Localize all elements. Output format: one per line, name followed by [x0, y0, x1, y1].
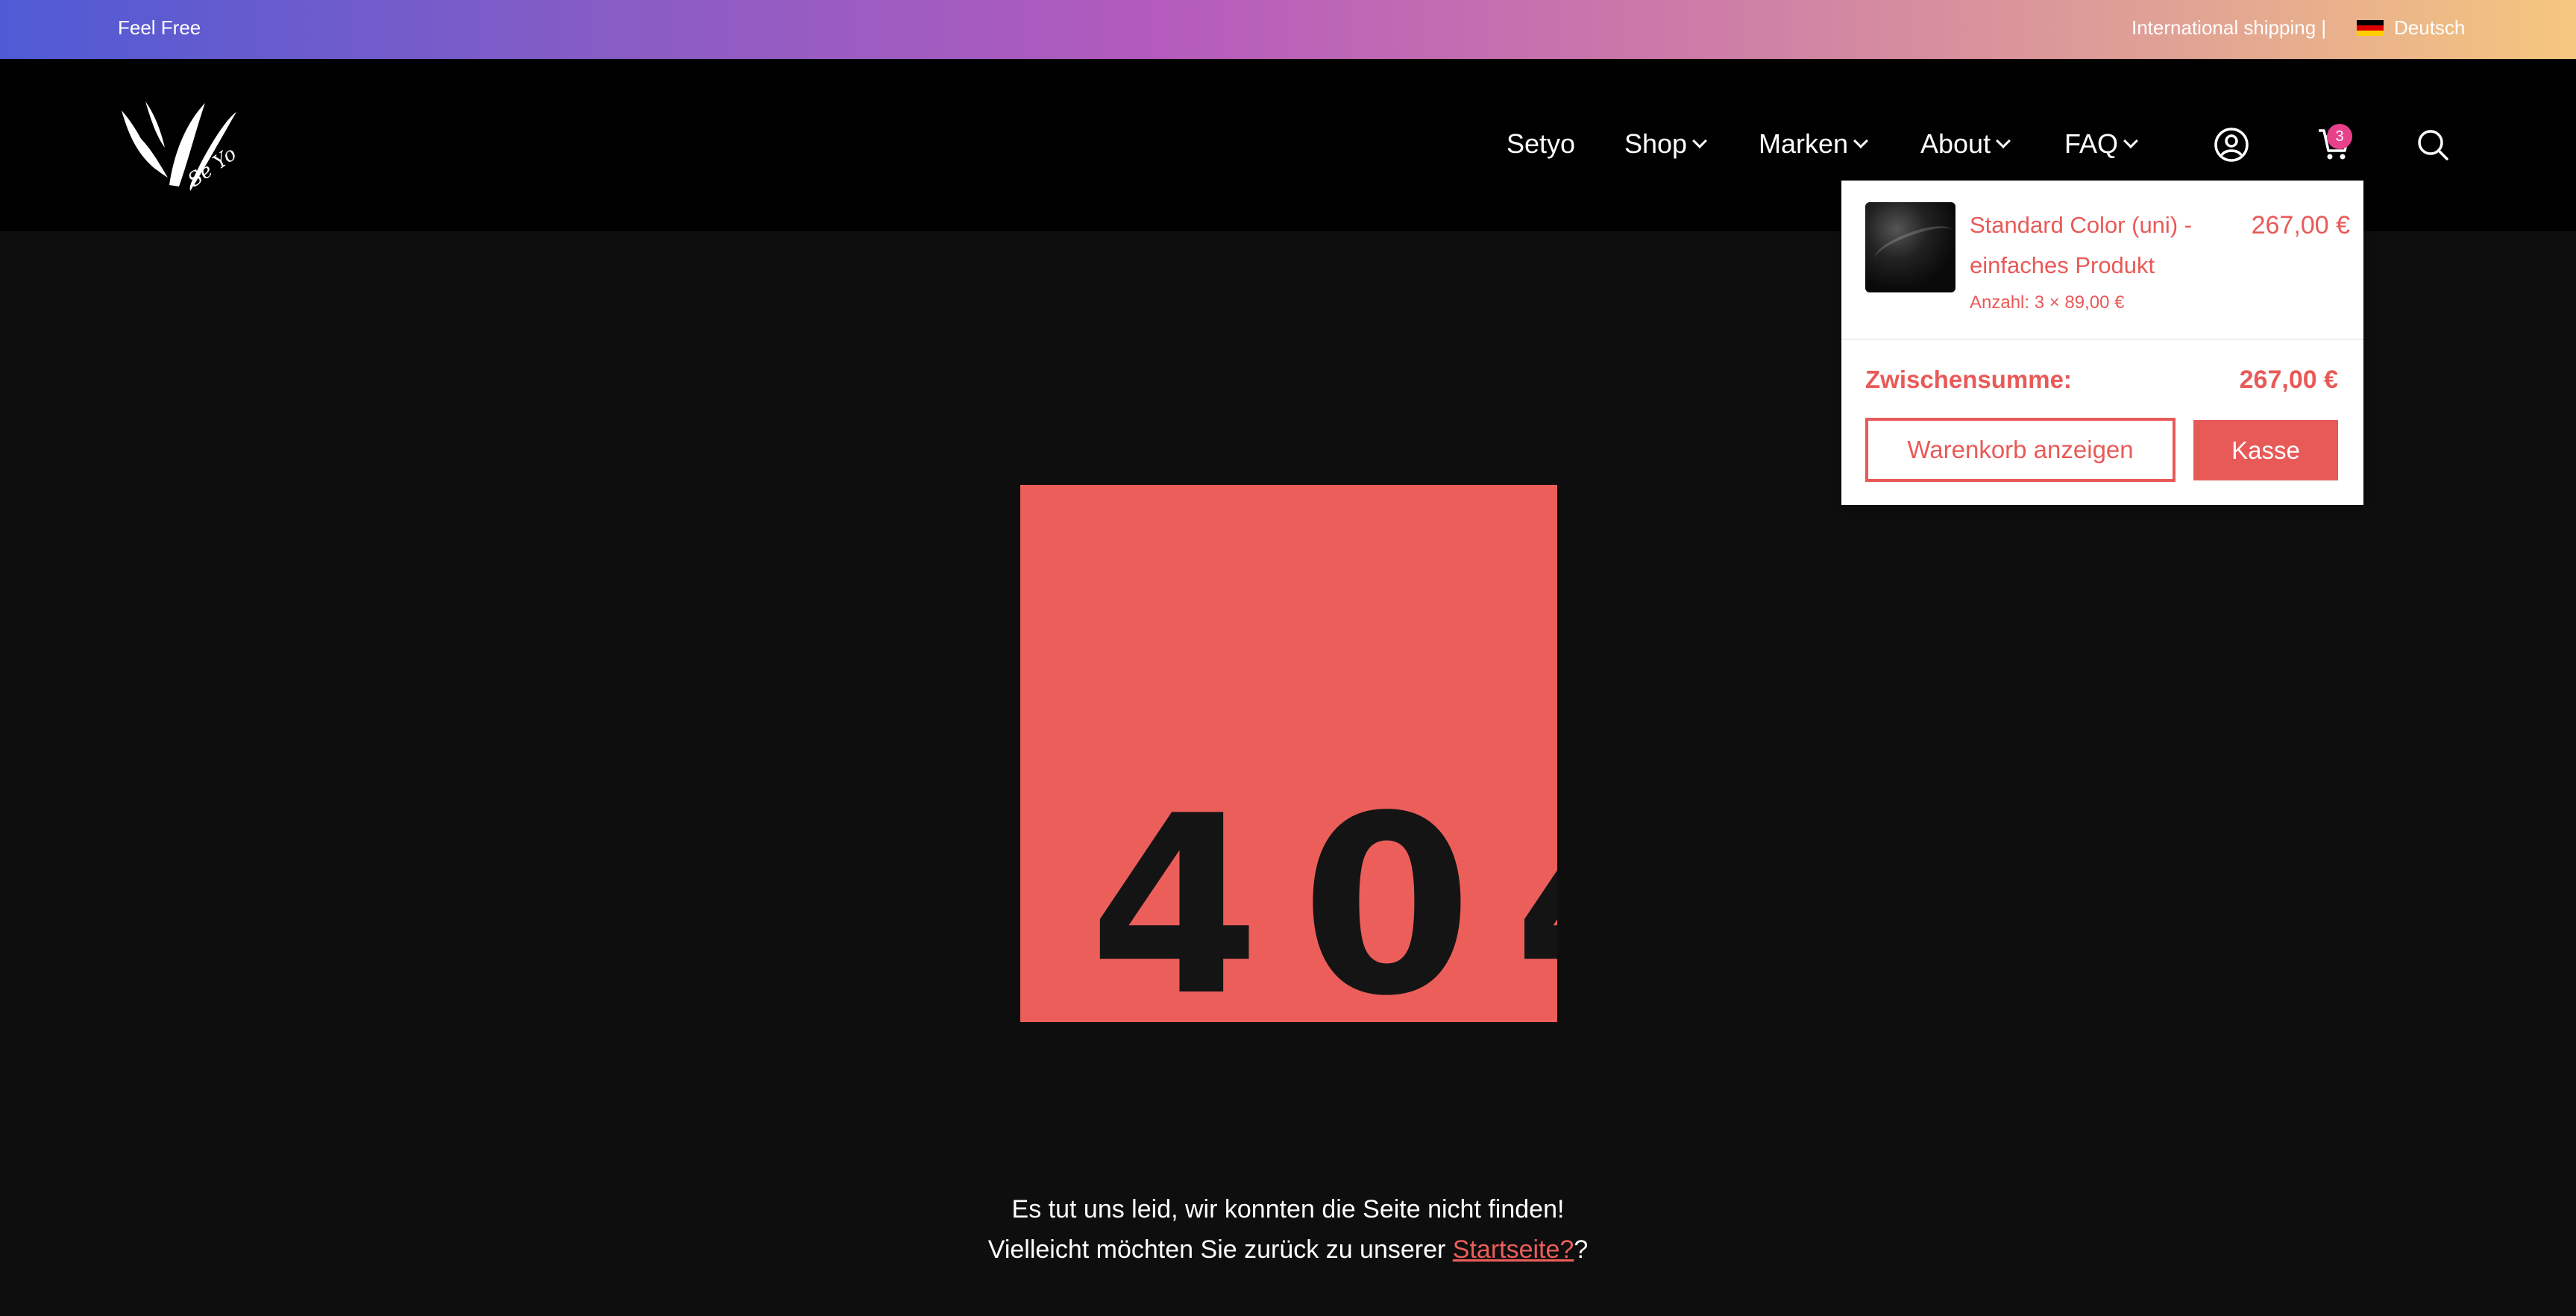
suggestion-suffix: ? [1574, 1235, 1589, 1264]
chevron-down-icon [1996, 134, 2011, 148]
cart-item-price: 267,00 € [2251, 211, 2350, 239]
product-thumbnail[interactable] [1865, 202, 1955, 292]
user-icon[interactable] [2214, 127, 2249, 163]
cart-item-name[interactable]: Standard Color (uni) - einfaches Produkt [1970, 205, 2223, 286]
chevron-down-icon [1853, 134, 1868, 148]
subtotal-value: 267,00 € [2239, 366, 2338, 394]
site-logo[interactable]: Se Yo [116, 95, 239, 196]
tagline: Feel Free [118, 16, 201, 39]
shipping-link[interactable]: International shipping | [2132, 16, 2326, 40]
nav-label: Marken [1759, 128, 1849, 159]
language-label: Deutsch [2394, 16, 2466, 39]
chevron-down-icon [2123, 134, 2138, 148]
nav-marken[interactable]: Marken [1759, 128, 1868, 160]
nav-about[interactable]: About [1920, 128, 2011, 160]
error-code: 404 [1089, 763, 1557, 1022]
homepage-link[interactable]: Startseite? [1453, 1235, 1574, 1264]
language-switcher[interactable]: Deutsch [2357, 16, 2465, 40]
divider [1841, 339, 2363, 340]
nav-setyo[interactable]: Setyo [1507, 128, 1575, 160]
error-message: Es tut uns leid, wir konnten die Seite n… [1011, 1195, 1565, 1223]
error-suggestion: Vielleicht möchten Sie zurück zu unserer… [0, 1235, 2576, 1265]
nav-label: Shop [1624, 128, 1688, 159]
error-404-graphic: 404 [1020, 485, 1557, 1022]
nav-label: FAQ [2064, 128, 2119, 159]
mini-cart-dropdown: Standard Color (uni) - einfaches Produkt… [1841, 181, 2363, 505]
germany-flag-icon [2357, 19, 2384, 37]
checkout-button[interactable]: Kasse [2193, 420, 2338, 480]
view-cart-button[interactable]: Warenkorb anzeigen [1865, 418, 2176, 482]
nav-shop[interactable]: Shop [1624, 128, 1707, 160]
nav-label: About [1920, 128, 1991, 159]
nav-label: Setyo [1507, 128, 1576, 159]
search-icon[interactable] [2416, 128, 2449, 161]
nav-faq[interactable]: FAQ [2064, 128, 2138, 160]
subtotal-label: Zwischensumme: [1865, 366, 2072, 393]
cart-count-badge: 3 [2327, 124, 2352, 149]
top-announcement-bar: Feel Free International shipping | Deuts… [0, 0, 2576, 59]
chevron-down-icon [1692, 134, 1707, 148]
cart-item-quantity: Anzahl: 3 × 89,00 € [1970, 292, 2125, 313]
suggestion-prefix: Vielleicht möchten Sie zurück zu unserer [987, 1235, 1453, 1264]
